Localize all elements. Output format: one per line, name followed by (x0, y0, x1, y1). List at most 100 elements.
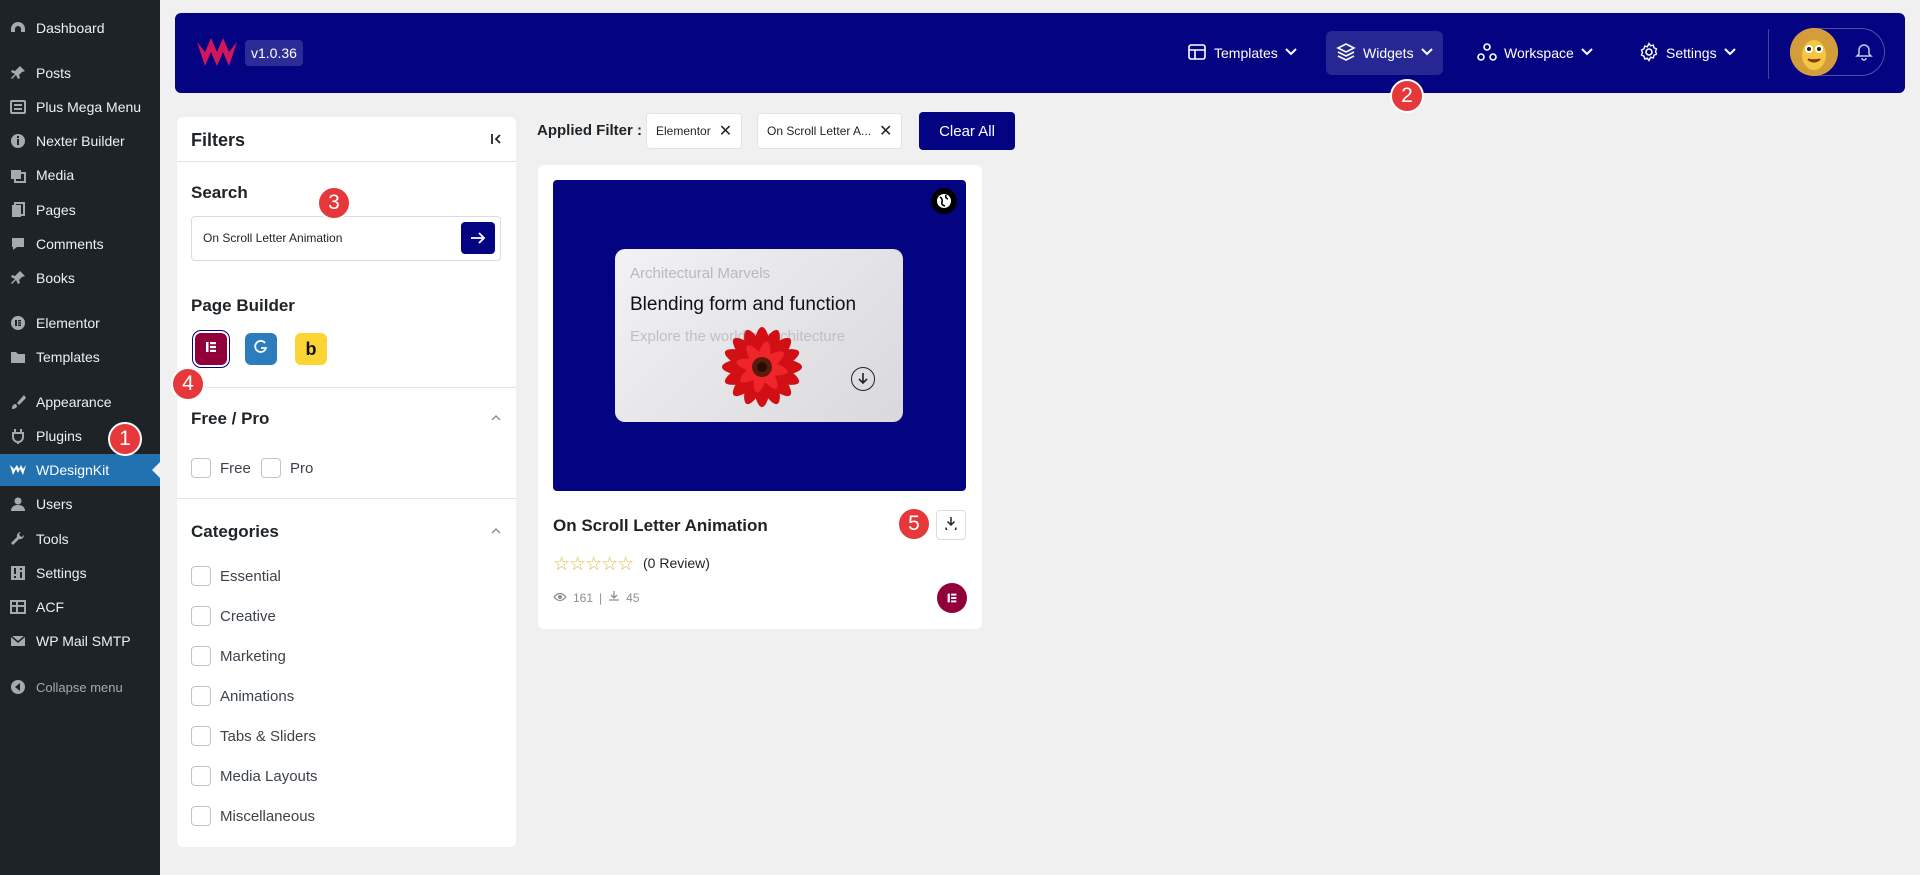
step-marker-2: 2 (1390, 79, 1424, 113)
step-marker-4: 4 (171, 367, 205, 401)
checkbox[interactable] (191, 686, 211, 706)
sidebar-item-plus-mega-menu[interactable]: Plus Mega Menu (0, 91, 160, 123)
active-indicator (152, 462, 160, 478)
collapse-panel-icon[interactable] (490, 132, 504, 151)
sidebar-item-nexter-builder[interactable]: Nexter Builder (0, 125, 160, 157)
category-media-layouts[interactable]: Media Layouts (191, 766, 318, 786)
widget-preview[interactable]: Architectural Marvels Blending form and … (553, 180, 966, 491)
filter-pro-checkbox[interactable]: Pro (261, 458, 313, 478)
sidebar-item-label: Plus Mega Menu (36, 99, 142, 115)
widget-title[interactable]: On Scroll Letter Animation (553, 516, 768, 536)
chevron-down-icon (1285, 47, 1297, 59)
nav-widgets-label: Widgets (1363, 45, 1414, 61)
category-tabs-sliders[interactable]: Tabs & Sliders (191, 726, 316, 746)
flower-image (707, 317, 817, 422)
comment-icon (0, 236, 36, 252)
collapse-menu-button[interactable]: Collapse menu (0, 671, 160, 703)
sidebar-item-pages[interactable]: Pages (0, 194, 160, 226)
avatar[interactable] (1790, 28, 1838, 76)
applied-chip-elementor: Elementor ✕ (646, 113, 743, 149)
sidebar-item-books[interactable]: Books (0, 262, 160, 294)
info-icon (0, 133, 36, 149)
category-animations[interactable]: Animations (191, 686, 294, 706)
checkbox[interactable] (191, 646, 211, 666)
sidebar-item-posts[interactable]: Posts (0, 57, 160, 89)
checkbox[interactable] (191, 806, 211, 826)
bell-icon[interactable] (1850, 38, 1878, 66)
search-submit-button[interactable] (461, 222, 495, 254)
checkbox[interactable] (191, 726, 211, 746)
builder-bricks-button[interactable]: b (295, 333, 327, 365)
filters-title: Filters (191, 130, 246, 150)
download-icon (851, 367, 875, 391)
wrench-icon (0, 531, 36, 547)
close-icon[interactable]: ✕ (879, 121, 892, 141)
page-builder-title: Page Builder (191, 296, 295, 315)
divider (177, 498, 516, 499)
category-creative[interactable]: Creative (191, 606, 276, 626)
sidebar-item-wdesignkit[interactable]: WDesignKit (0, 454, 160, 486)
preview-eyebrow: Architectural Marvels (630, 265, 771, 282)
nav-workspace[interactable]: Workspace (1467, 31, 1603, 75)
sidebar-item-acf[interactable]: ACF (0, 591, 160, 623)
nav-workspace-label: Workspace (1504, 45, 1574, 61)
checkbox[interactable] (191, 566, 211, 586)
layers-icon (1336, 42, 1356, 65)
nav-settings[interactable]: Settings (1629, 31, 1746, 75)
top-navigation-bar: v1.0.36 Templates Widgets Workspace Sett… (175, 13, 1905, 93)
checkbox-label: Animations (220, 687, 295, 705)
applied-chip-search: On Scroll Letter A... ✕ (757, 113, 903, 149)
eye-icon (553, 591, 567, 605)
sidebar-item-label: ACF (36, 599, 64, 615)
clear-all-button[interactable]: Clear All (919, 112, 1015, 150)
wdesignkit-logo[interactable] (195, 36, 239, 70)
chevron-up-icon[interactable] (491, 523, 501, 537)
widget-stats: 161 | 45 (553, 590, 640, 605)
builder-gutenberg-button[interactable] (245, 333, 277, 365)
sidebar-item-media[interactable]: Media (0, 159, 160, 191)
sidebar-item-label: Media (36, 167, 75, 183)
chevron-up-icon[interactable] (491, 410, 501, 424)
sidebar-item-settings[interactable]: Settings (0, 557, 160, 589)
sidebar-item-label: Templates (36, 349, 100, 365)
sidebar-item-comments[interactable]: Comments (0, 228, 160, 260)
wdesignkit-icon (0, 463, 36, 477)
filter-free-checkbox[interactable]: Free (191, 458, 251, 478)
sidebar-item-label: Dashboard (36, 20, 105, 36)
category-marketing[interactable]: Marketing (191, 646, 286, 666)
widget-card[interactable]: Architectural Marvels Blending form and … (538, 165, 982, 629)
sidebar-item-elementor[interactable]: Elementor (0, 307, 160, 339)
sidebar-item-dashboard[interactable]: Dashboard (0, 12, 160, 44)
nav-widgets[interactable]: Widgets (1326, 31, 1443, 75)
chip-label: On Scroll Letter A... (767, 124, 872, 138)
nav-divider (1768, 29, 1769, 79)
sidebar-item-label: Users (36, 496, 73, 512)
sidebar-item-users[interactable]: Users (0, 488, 160, 520)
gear-icon (1639, 41, 1659, 65)
sidebar-item-appearance[interactable]: Appearance (0, 386, 160, 418)
sidebar-item-tools[interactable]: Tools (0, 523, 160, 555)
pin-icon (0, 270, 36, 286)
elementor-icon (203, 339, 219, 360)
nav-templates[interactable]: Templates (1177, 31, 1307, 75)
chip-label: Elementor (656, 124, 711, 138)
media-icon (0, 167, 36, 183)
sidebar-item-templates[interactable]: Templates (0, 341, 160, 373)
checkbox[interactable] (191, 606, 211, 626)
checkbox[interactable] (261, 458, 281, 478)
step-marker-5: 5 (897, 507, 931, 541)
sidebar-item-wp-mail-smtp[interactable]: WP Mail SMTP (0, 625, 160, 657)
pin-icon (0, 65, 36, 81)
builder-elementor-button[interactable] (195, 333, 227, 365)
version-badge: v1.0.36 (245, 40, 303, 66)
elementor-icon (937, 583, 967, 613)
close-icon[interactable]: ✕ (719, 121, 732, 141)
pages-icon (0, 202, 36, 218)
category-miscellaneous[interactable]: Miscellaneous (191, 806, 315, 826)
checkbox[interactable] (191, 766, 211, 786)
checkbox-label: Free (220, 459, 251, 477)
download-button[interactable] (936, 510, 966, 540)
checkbox[interactable] (191, 458, 211, 478)
category-essential[interactable]: Essential (191, 566, 281, 586)
search-input[interactable]: On Scroll Letter Animation (191, 216, 501, 261)
